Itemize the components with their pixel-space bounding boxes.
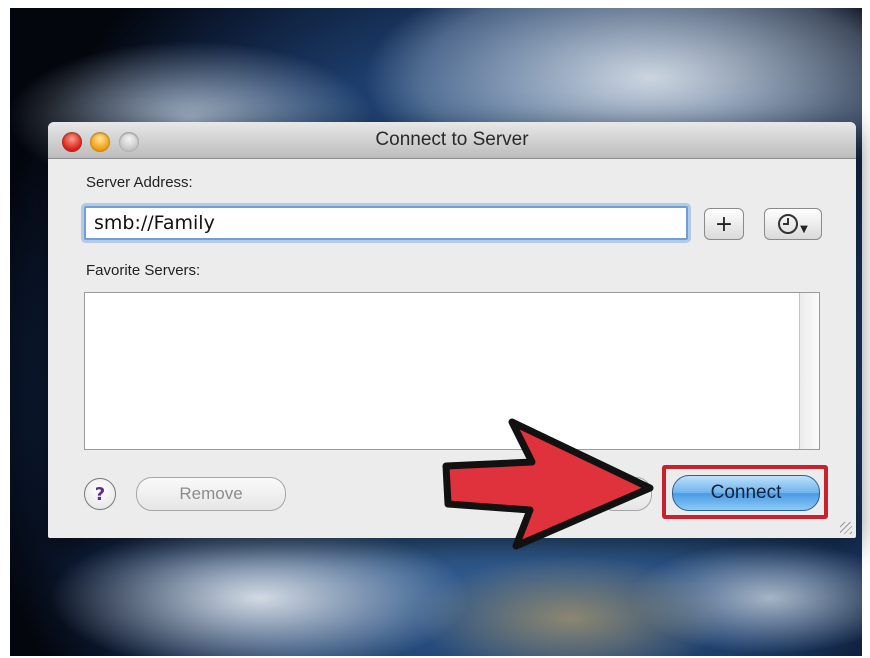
resize-grip-icon[interactable] [840,522,852,534]
favorite-servers-scrollbar[interactable] [799,293,819,449]
red-arrow-icon [442,418,654,550]
server-address-input[interactable] [84,206,688,240]
favorite-servers-label: Favorite Servers: [86,262,201,279]
add-favorite-button[interactable]: + [704,208,744,240]
clock-icon [778,214,799,234]
chevron-down-icon: ▼ [800,223,808,235]
connect-button[interactable]: Connect [672,475,820,511]
question-mark-icon: ? [94,483,106,505]
plus-icon: + [714,211,734,237]
window-title: Connect to Server [375,129,529,150]
help-button[interactable]: ? [84,478,116,510]
title-bar: Connect to Server [48,122,856,159]
server-address-label: Server Address: [86,174,193,191]
recent-servers-button[interactable]: ▼ [764,208,822,240]
remove-button[interactable]: Remove [136,477,286,511]
